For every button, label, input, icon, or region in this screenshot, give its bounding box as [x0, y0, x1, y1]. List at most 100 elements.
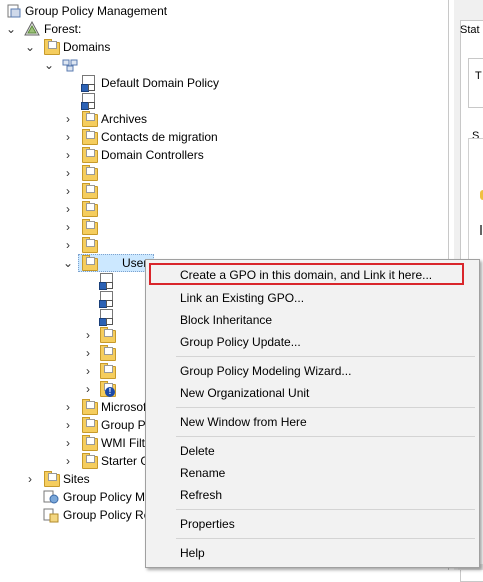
tree-users-sub-ou[interactable]: › [0, 344, 140, 362]
tree-sites-label: Sites [63, 472, 90, 486]
folder-icon [81, 201, 98, 217]
tree-ou[interactable]: › [0, 236, 300, 254]
menu-new-window[interactable]: New Window from Here [180, 413, 307, 431]
tree-forest-label: Forest: [44, 22, 82, 36]
context-menu: Create a GPO in this domain, and Link it… [145, 259, 480, 568]
tree-sites[interactable]: › Sites [0, 470, 148, 488]
menu-delete[interactable]: Delete [180, 442, 215, 460]
tree-users-sub-ou[interactable]: › [0, 362, 140, 380]
tree-gp-modeling[interactable]: Group Policy M [0, 488, 148, 506]
status-box-text: T [475, 70, 482, 82]
chevron-down-icon[interactable]: ⌄ [62, 254, 74, 272]
folder-warning-icon: ! [99, 381, 116, 397]
folder-icon [81, 165, 98, 181]
tree-ou[interactable]: › [0, 182, 300, 200]
menu-separator [176, 407, 475, 408]
tree-root-label: Group Policy Management [25, 4, 168, 18]
tree-ou-contacts[interactable]: › Contacts de migration [0, 128, 300, 146]
tree-users-gpo-link[interactable] [0, 290, 140, 308]
gpo-link-icon [99, 273, 115, 290]
menu-help[interactable]: Help [180, 544, 205, 562]
menu-block-inheritance[interactable]: Block Inheritance [180, 311, 272, 329]
tree-domain-node[interactable]: ⌄ [0, 56, 300, 74]
tree-gpo-link[interactable] [0, 92, 300, 110]
chevron-right-icon[interactable]: › [82, 380, 94, 398]
tree-ou[interactable]: › [0, 164, 300, 182]
menu-rename[interactable]: Rename [180, 464, 225, 482]
tree-default-domain-policy[interactable]: Default Domain Policy [0, 74, 300, 92]
tree-ou-archives[interactable]: › Archives [0, 110, 300, 128]
tree-results-label: Group Policy Re [63, 508, 148, 522]
gpm-icon [6, 3, 22, 19]
menu-create-gpo-and-link[interactable]: Create a GPO in this domain, and Link it… [180, 266, 432, 284]
chevron-right-icon[interactable]: › [62, 128, 74, 146]
sites-icon [43, 471, 60, 487]
chevron-right-icon[interactable]: › [82, 326, 94, 344]
chevron-right-icon[interactable]: › [62, 398, 74, 416]
chevron-down-icon[interactable]: ⌄ [43, 56, 55, 74]
tree-ou[interactable]: › [0, 200, 300, 218]
tree-users-gpo-link[interactable] [0, 308, 140, 326]
chevron-right-icon[interactable]: › [62, 200, 74, 218]
status-box: T [468, 58, 483, 108]
menu-separator [176, 509, 475, 510]
tree-gpo-container-label: Group P [101, 418, 146, 432]
chevron-right-icon[interactable]: › [62, 218, 74, 236]
tree-forest[interactable]: ⌄ Forest: [0, 20, 300, 38]
chevron-right-icon[interactable]: › [82, 362, 94, 380]
menu-refresh[interactable]: Refresh [180, 486, 222, 504]
tree-wmi-filters[interactable]: › WMI Filt [0, 434, 148, 452]
tree-wmi-label: WMI Filt [101, 436, 145, 450]
menu-link-existing-gpo[interactable]: Link an Existing GPO... [180, 289, 304, 307]
starter-gpo-icon [81, 453, 98, 469]
chevron-right-icon[interactable]: › [62, 110, 74, 128]
tree-users-gpo-link[interactable] [0, 272, 140, 290]
tree-ou[interactable]: › [0, 218, 300, 236]
chevron-down-icon[interactable]: ⌄ [24, 38, 36, 56]
chevron-right-icon[interactable]: › [62, 416, 74, 434]
chevron-right-icon[interactable]: › [62, 434, 74, 452]
folder-icon [81, 111, 98, 127]
folder-icon [99, 363, 116, 379]
chevron-right-icon[interactable]: › [82, 344, 94, 362]
tree-root[interactable]: Group Policy Management [0, 2, 300, 20]
gpo-link-icon [81, 75, 97, 92]
tree-ou-label: Domain Controllers [101, 148, 204, 162]
menu-properties[interactable]: Properties [180, 515, 235, 533]
tree-ou-label: Contacts de migration [101, 130, 218, 144]
chevron-right-icon[interactable]: › [62, 236, 74, 254]
tree-starter-label: Starter G [101, 454, 148, 468]
domains-folder-icon [43, 39, 60, 55]
menu-separator [176, 436, 475, 437]
tree-group-policy-objects[interactable]: › Group P [0, 416, 148, 434]
gpo-link-icon [81, 93, 97, 110]
tree-ou-domain-controllers[interactable]: › Domain Controllers [0, 146, 300, 164]
tab-status[interactable]: Stat [460, 24, 480, 36]
menu-modeling-wizard[interactable]: Group Policy Modeling Wizard... [180, 362, 351, 380]
menu-new-ou[interactable]: New Organizational Unit [180, 384, 309, 402]
chevron-right-icon[interactable]: › [24, 470, 36, 488]
gpo-link-icon [99, 309, 115, 326]
tree-starter-gpos[interactable]: › Starter G [0, 452, 148, 470]
tree-domains-label: Domains [63, 40, 111, 54]
tree-users-sub-ou[interactable]: › [0, 326, 140, 344]
tree-microsoft-label: Microsof [101, 400, 147, 414]
chevron-right-icon[interactable]: › [62, 146, 74, 164]
gpo-link-icon [99, 291, 115, 308]
folder-icon [99, 345, 116, 361]
chevron-right-icon[interactable]: › [62, 182, 74, 200]
menu-separator [176, 356, 475, 357]
gp-results-icon [43, 507, 59, 523]
tree-domains[interactable]: ⌄ Domains [0, 38, 300, 56]
folder-icon [81, 237, 98, 253]
tree-gp-results[interactable]: Group Policy Re [0, 506, 148, 524]
chevron-right-icon[interactable]: › [62, 164, 74, 182]
chevron-right-icon[interactable]: › [62, 452, 74, 470]
folder-icon [81, 255, 98, 271]
folder-icon [81, 399, 98, 415]
tree-users-sub-ou-warning[interactable]: › ! [0, 380, 140, 398]
tree-ou-microsoft[interactable]: › Microsof [0, 398, 148, 416]
folder-icon [81, 219, 98, 235]
chevron-down-icon[interactable]: ⌄ [5, 20, 17, 38]
menu-group-policy-update[interactable]: Group Policy Update... [180, 333, 301, 351]
